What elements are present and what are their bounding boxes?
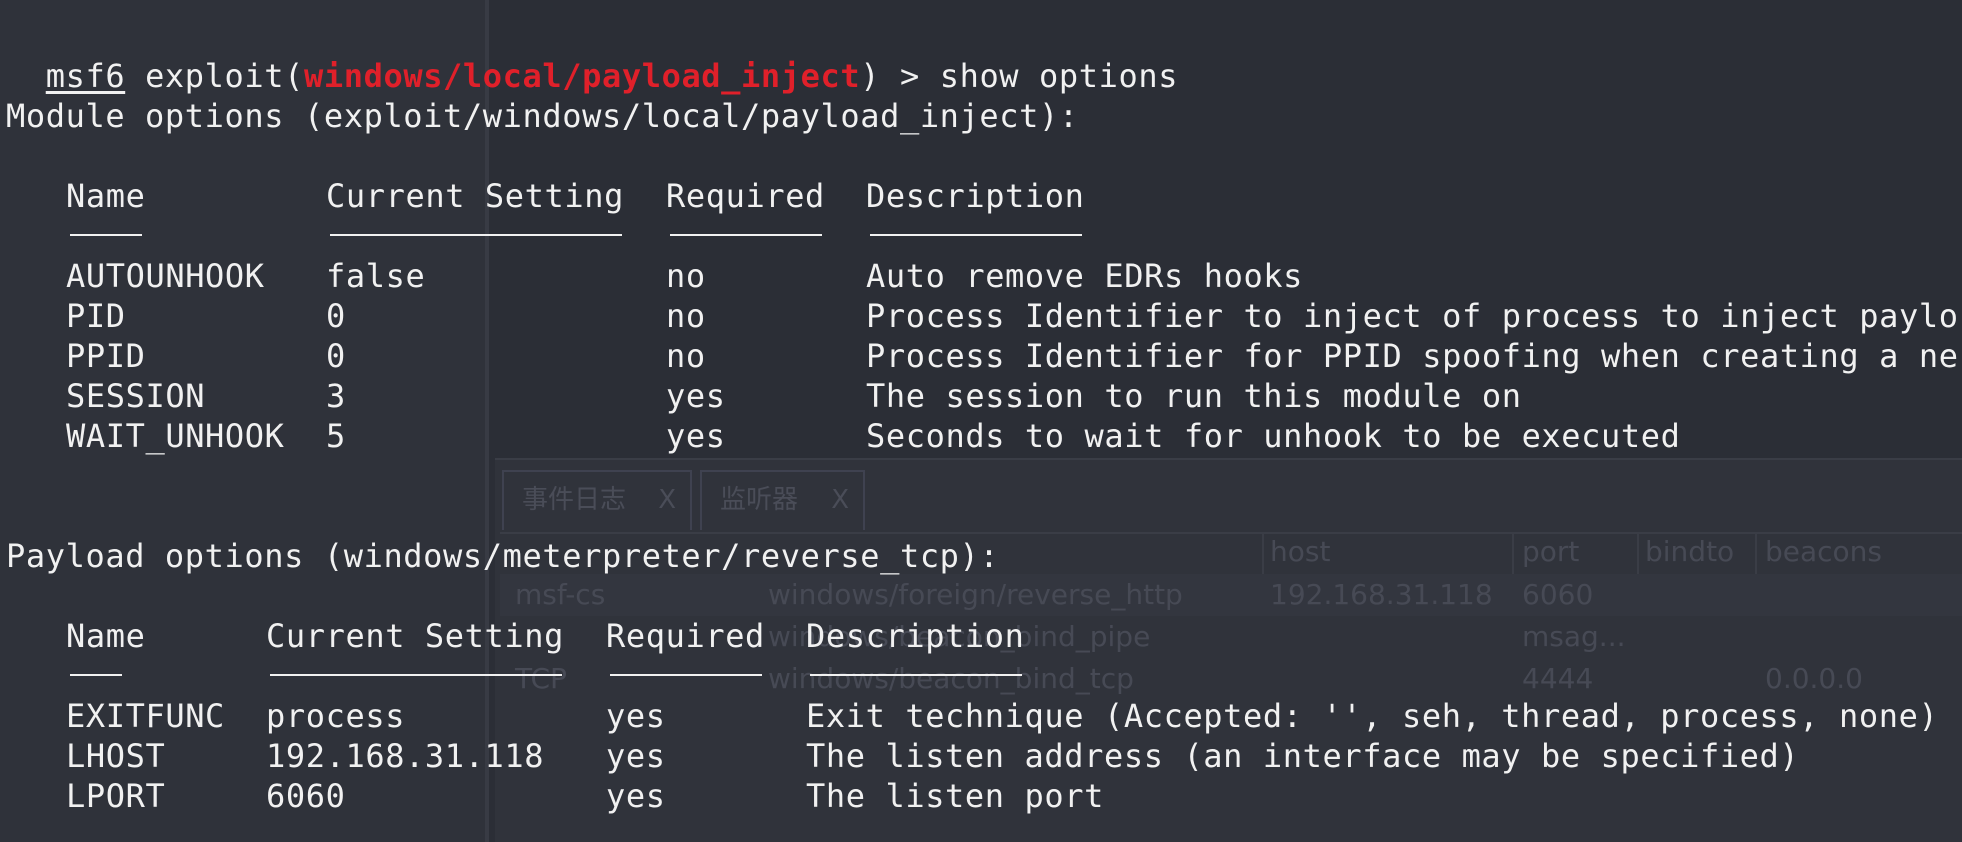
- option-name: PPID: [66, 337, 146, 375]
- bg-col-separator: [1262, 532, 1264, 574]
- option-required: no: [666, 257, 706, 295]
- option-required: no: [666, 297, 706, 335]
- option-required: yes: [666, 417, 726, 455]
- option-name: WAIT_UNHOOK: [66, 417, 285, 455]
- bg-cell-payload: windows/foreign/reverse_http: [768, 578, 1183, 611]
- option-name: AUTOUNHOOK: [66, 257, 265, 295]
- option-description: Seconds to wait for unhook to be execute…: [866, 417, 1681, 455]
- option-description: The listen port: [806, 777, 1104, 815]
- prompt-prefix: msf6: [45, 57, 126, 95]
- header-underline: [870, 234, 1082, 236]
- option-setting: false: [326, 257, 426, 295]
- option-setting: 3: [326, 377, 346, 415]
- column-header-description: Description: [866, 177, 1085, 215]
- bg-cell-payload: windows/beacon_bind_tcp: [768, 662, 1134, 695]
- column-header-setting: Current Setting: [326, 177, 624, 215]
- bg-col-separator: [1512, 532, 1514, 574]
- bg-col-port[interactable]: port: [1522, 535, 1579, 568]
- prompt-module: windows/local/payload_inject: [304, 57, 861, 95]
- option-description: Process Identifier for PPID spoofing whe…: [866, 337, 1959, 375]
- header-underline: [270, 674, 562, 676]
- bg-row-selected[interactable]: [500, 574, 1962, 616]
- bg-tab-label: 监听器: [720, 485, 799, 515]
- bg-col-beacons[interactable]: beacons: [1765, 535, 1882, 568]
- header-underline: [610, 674, 762, 676]
- option-setting: process: [266, 697, 406, 735]
- option-name: LPORT: [66, 777, 166, 815]
- option-name: PID: [66, 297, 126, 335]
- column-header-setting: Current Setting: [266, 617, 564, 655]
- option-setting: 0: [326, 337, 346, 375]
- header-underline: [670, 234, 822, 236]
- option-description: The session to run this module on: [866, 377, 1522, 415]
- option-name: SESSION: [66, 377, 206, 415]
- close-icon[interactable]: X: [831, 472, 849, 528]
- payload-options-heading: Payload options (windows/meterpreter/rev…: [6, 537, 1000, 575]
- option-description: Exit technique (Accepted: '', seh, threa…: [806, 697, 1939, 735]
- header-underline: [70, 674, 122, 676]
- bg-cell-host: 192.168.31.118: [1270, 578, 1493, 611]
- bg-col-separator: [1755, 532, 1757, 574]
- prompt-word: exploit(: [125, 57, 304, 95]
- module-options-heading: Module options (exploit/windows/local/pa…: [6, 97, 1079, 135]
- option-required: yes: [606, 777, 666, 815]
- bg-col-host[interactable]: host: [1270, 535, 1330, 568]
- header-underline: [810, 674, 1022, 676]
- header-underline: [70, 234, 142, 236]
- bg-cell-port: msag...: [1522, 620, 1626, 653]
- option-name: EXITFUNC: [66, 697, 225, 735]
- bg-tab-label: 事件日志: [522, 485, 627, 515]
- bg-col-separator: [1637, 532, 1639, 574]
- option-required: no: [666, 337, 706, 375]
- bg-cell-name: TCP: [515, 662, 567, 695]
- option-description: Auto remove EDRs hooks: [866, 257, 1304, 295]
- bg-cell-name: msf-cs: [515, 578, 606, 611]
- prompt-line: msf6 exploit(windows/local/payload_injec…: [6, 16, 1178, 96]
- column-header-name: Name: [66, 617, 146, 655]
- option-description: The listen address (an interface may be …: [806, 737, 1800, 775]
- bg-col-bindto[interactable]: bindto: [1645, 535, 1734, 568]
- option-description: Process Identifier to inject of process …: [866, 297, 1959, 335]
- prompt-command: ) > show options: [860, 57, 1179, 95]
- option-setting: 0: [326, 297, 346, 335]
- header-underline: [330, 234, 622, 236]
- option-setting: 5: [326, 417, 346, 455]
- bg-tab-event-log[interactable]: 事件日志 X: [502, 470, 692, 530]
- bg-cell-beacons: 0.0.0.0: [1765, 662, 1863, 695]
- option-name: LHOST: [66, 737, 166, 775]
- option-required: yes: [606, 737, 666, 775]
- column-header-required: Required: [606, 617, 765, 655]
- bg-tab-listeners[interactable]: 监听器 X: [700, 470, 865, 530]
- column-header-name: Name: [66, 177, 146, 215]
- column-header-required: Required: [666, 177, 825, 215]
- close-icon[interactable]: X: [658, 472, 676, 528]
- column-header-description: Description: [806, 617, 1025, 655]
- bg-cell-port: 6060: [1522, 578, 1594, 611]
- option-required: yes: [606, 697, 666, 735]
- option-setting: 192.168.31.118: [266, 737, 545, 775]
- option-setting: 6060: [266, 777, 346, 815]
- bg-cell-port: 4444: [1522, 662, 1594, 695]
- option-required: yes: [666, 377, 726, 415]
